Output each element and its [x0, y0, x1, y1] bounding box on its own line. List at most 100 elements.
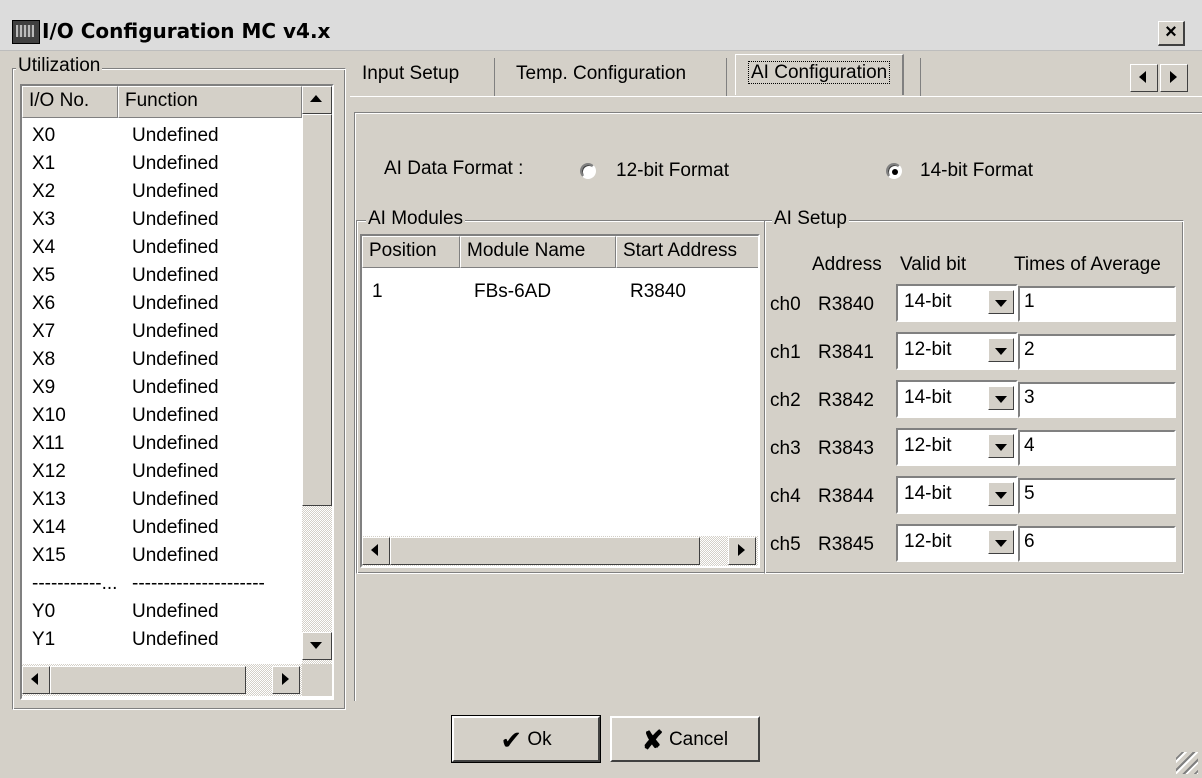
list-item-function[interactable]: ---------------------: [132, 570, 265, 598]
list-item-function[interactable]: Undefined: [132, 290, 219, 318]
horizontal-scrollbar[interactable]: [22, 664, 302, 696]
chevron-down-icon[interactable]: [988, 434, 1014, 458]
list-item-function[interactable]: Undefined: [132, 178, 219, 206]
tab-scroll-right-icon[interactable]: [1160, 64, 1188, 92]
list-item-io-no[interactable]: X2: [32, 178, 55, 206]
header-address: Address: [812, 254, 882, 275]
times-of-average-input[interactable]: 1: [1018, 286, 1176, 322]
vertical-scrollbar[interactable]: [302, 86, 332, 664]
list-item-io-no[interactable]: X15: [32, 542, 66, 570]
valid-bit-select[interactable]: 12-bit: [896, 524, 1018, 562]
times-of-average-input[interactable]: 2: [1018, 334, 1176, 370]
valid-bit-value: 12-bit: [904, 435, 952, 456]
valid-bit-select[interactable]: 14-bit: [896, 284, 1018, 322]
chevron-down-icon[interactable]: [988, 482, 1014, 506]
tab-temp-configuration[interactable]: Temp. Configuration: [504, 56, 698, 96]
list-item-function[interactable]: Undefined: [132, 542, 219, 570]
list-item-function[interactable]: Undefined: [132, 206, 219, 234]
list-item-io-no[interactable]: X4: [32, 234, 55, 262]
list-item-function[interactable]: Undefined: [132, 514, 219, 542]
ok-label: Ok: [527, 729, 552, 750]
list-item-io-no[interactable]: Y1: [32, 626, 55, 654]
scroll-up-icon[interactable]: [302, 86, 332, 114]
times-of-average-input[interactable]: 3: [1018, 382, 1176, 418]
column-header-io-no[interactable]: I/O No.: [22, 86, 118, 118]
list-item-io-no[interactable]: X6: [32, 290, 55, 318]
list-item-io-no[interactable]: X11: [32, 430, 64, 458]
ai-modules-group-label: AI Modules: [366, 208, 466, 230]
ai-modules-list[interactable]: Position Module Name Start Address 1 FBs…: [360, 234, 760, 568]
module-row-address[interactable]: R3840: [630, 278, 686, 306]
app-icon: [12, 20, 40, 44]
scroll-down-icon[interactable]: [302, 632, 332, 660]
list-item-io-no[interactable]: X0: [32, 122, 55, 150]
scroll-thumb[interactable]: [302, 114, 332, 506]
list-item-io-no[interactable]: X9: [32, 374, 55, 402]
scroll-thumb-horizontal[interactable]: [50, 666, 246, 694]
tab-separator: [494, 58, 495, 96]
scroll-left-icon[interactable]: [22, 666, 50, 694]
utilization-list[interactable]: I/O No. Function X0 Undefined X1 Undefined X…: [20, 84, 334, 700]
list-item-io-no[interactable]: X13: [32, 486, 66, 514]
list-item-function[interactable]: Undefined: [132, 122, 219, 150]
resize-grip-icon[interactable]: [1176, 752, 1198, 774]
list-item-io-no[interactable]: X7: [32, 318, 55, 346]
list-item-function[interactable]: Undefined: [132, 430, 219, 458]
list-item-function[interactable]: Undefined: [132, 402, 219, 430]
list-item-io-no[interactable]: X3: [32, 206, 55, 234]
list-item-function[interactable]: Undefined: [132, 486, 219, 514]
times-of-average-input[interactable]: 5: [1018, 478, 1176, 514]
valid-bit-select[interactable]: 12-bit: [896, 332, 1018, 370]
radio-14-bit-icon[interactable]: [886, 163, 902, 179]
tab-ai-configuration[interactable]: AI Configuration: [735, 54, 905, 95]
module-row-position[interactable]: 1: [372, 278, 383, 306]
tab-input-setup[interactable]: Input Setup: [350, 56, 471, 96]
radio-12-bit-icon[interactable]: [580, 163, 596, 179]
times-of-average-input[interactable]: 4: [1018, 430, 1176, 466]
modules-scroll-thumb[interactable]: [390, 537, 700, 565]
list-item-function[interactable]: Undefined: [132, 346, 219, 374]
chevron-down-icon[interactable]: [988, 338, 1014, 362]
valid-bit-select[interactable]: 12-bit: [896, 428, 1018, 466]
radio-14-bit-format[interactable]: 14-bit Format: [886, 160, 1086, 186]
list-item-function[interactable]: Undefined: [132, 626, 219, 654]
chevron-down-icon[interactable]: [988, 530, 1014, 554]
list-item-function[interactable]: Undefined: [132, 458, 219, 486]
column-header-function[interactable]: Function: [118, 86, 302, 118]
column-header-position[interactable]: Position: [362, 236, 460, 268]
column-header-module-name[interactable]: Module Name: [460, 236, 616, 268]
list-item-function[interactable]: Undefined: [132, 262, 219, 290]
chevron-down-icon[interactable]: [988, 386, 1014, 410]
list-item-function[interactable]: Undefined: [132, 318, 219, 346]
cancel-button[interactable]: ✘ Cancel: [610, 716, 760, 762]
list-item-function[interactable]: Undefined: [132, 374, 219, 402]
modules-scroll-right-icon[interactable]: [728, 537, 756, 565]
channel-address: R3841: [818, 342, 874, 363]
times-of-average-input[interactable]: 6: [1018, 526, 1176, 562]
list-item-io-no[interactable]: -----------...: [32, 570, 117, 598]
list-item-function[interactable]: Undefined: [132, 234, 219, 262]
list-item-io-no[interactable]: X14: [32, 514, 66, 542]
modules-scroll-left-icon[interactable]: [362, 537, 390, 565]
valid-bit-select[interactable]: 14-bit: [896, 476, 1018, 514]
list-item-io-no[interactable]: X10: [32, 402, 66, 430]
scroll-right-icon[interactable]: [272, 666, 300, 694]
list-item-io-no[interactable]: X8: [32, 346, 55, 374]
close-button[interactable]: ×: [1158, 21, 1185, 46]
list-item-io-no[interactable]: X5: [32, 262, 55, 290]
list-item-io-no[interactable]: X1: [32, 150, 55, 178]
channel-label: ch0: [770, 294, 801, 315]
radio-12-bit-format[interactable]: 12-bit Format: [580, 160, 780, 186]
column-header-start-address[interactable]: Start Address: [616, 236, 758, 268]
chevron-down-icon[interactable]: [988, 290, 1014, 314]
list-item-function[interactable]: Undefined: [132, 598, 219, 626]
module-row-name[interactable]: FBs-6AD: [474, 278, 551, 306]
ok-button[interactable]: ✔ Ok: [451, 715, 601, 763]
list-item-io-no[interactable]: X12: [32, 458, 66, 486]
list-item-function[interactable]: Undefined: [132, 150, 219, 178]
tab-scroll-left-icon[interactable]: [1130, 64, 1158, 92]
list-item-io-no[interactable]: Y0: [32, 598, 55, 626]
modules-horizontal-scrollbar[interactable]: [362, 536, 758, 566]
valid-bit-select[interactable]: 14-bit: [896, 380, 1018, 418]
channel-label: ch1: [770, 342, 801, 363]
